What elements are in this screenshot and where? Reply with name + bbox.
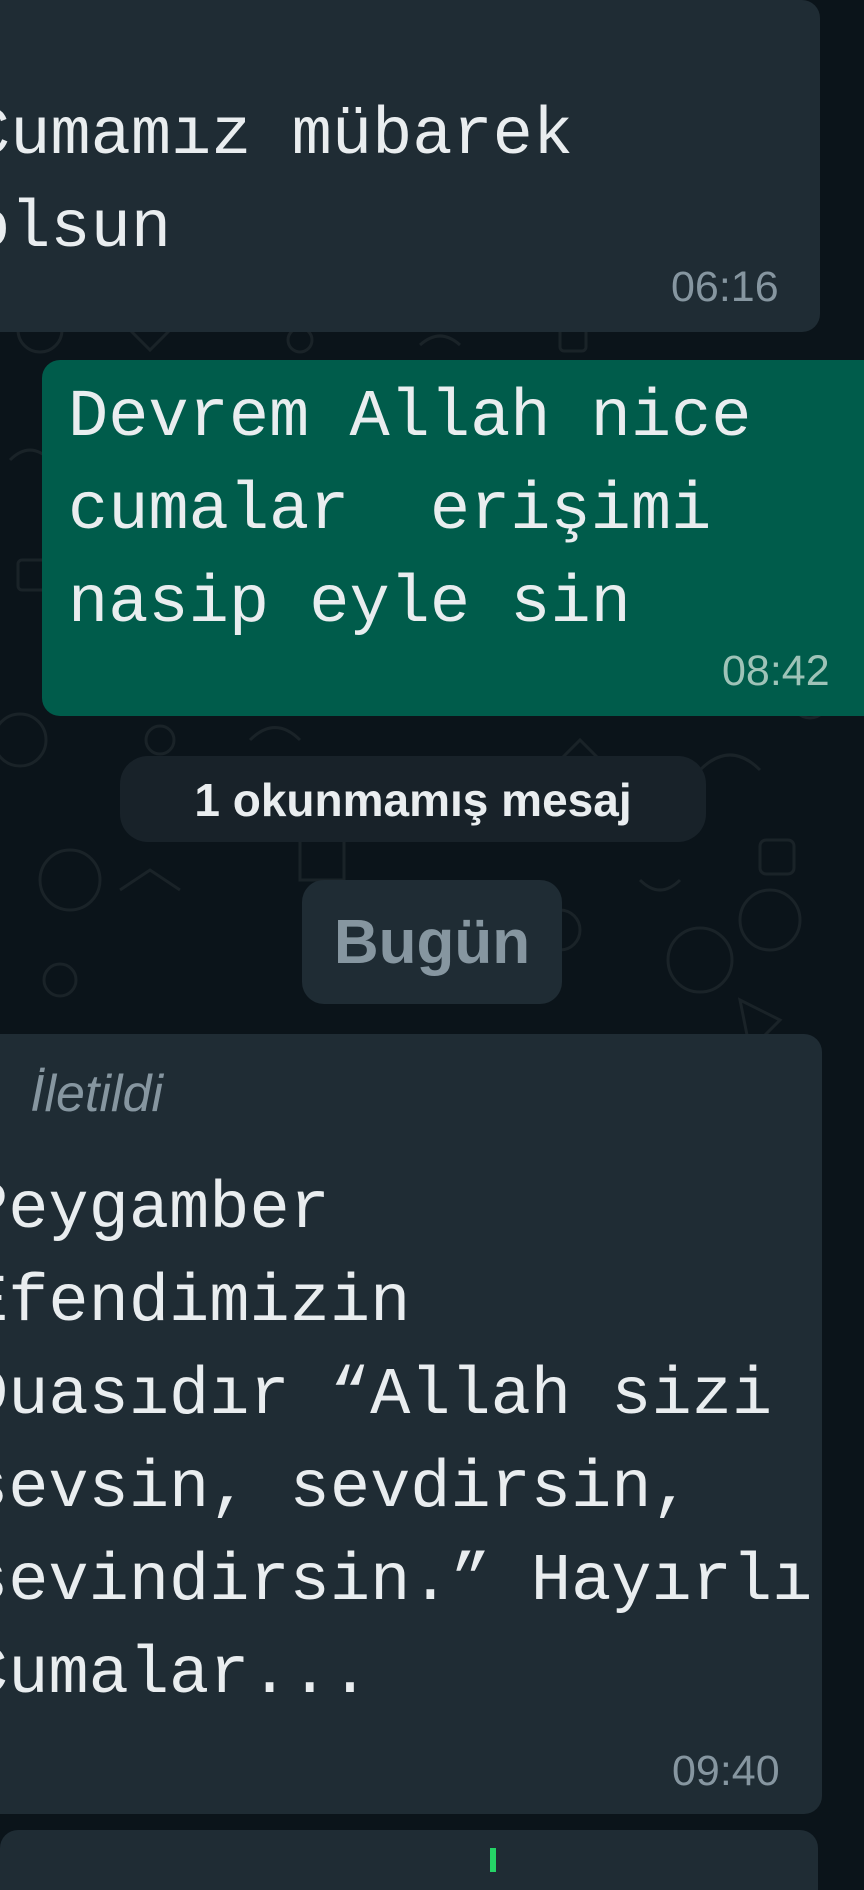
date-divider-label: Bugün [333,908,531,977]
date-divider: Bugün [302,880,562,1004]
message-timestamp: 08:42 [722,647,830,695]
message-timestamp: 09:40 [672,1747,780,1795]
message-bubble-outgoing[interactable]: Devrem Allah nice cumalar erişimi nasip … [42,360,864,716]
message-text: Devrem Allah nice cumalar erişimi nasip … [68,380,752,642]
reply-accent-bar [490,1848,496,1872]
unread-divider-label: 1 okunmamış mesaj [194,774,632,826]
message-text: Cumamız mübarek olsun [0,98,574,267]
message-bubble-incoming-forwarded[interactable]: İletildi Peygamber Efendimizin Duasıdır … [0,1034,822,1814]
message-timestamp: 06:16 [671,263,779,311]
unread-messages-divider: 1 okunmamış mesaj [120,756,706,842]
message-text: Peygamber Efendimizin Duasıdır “Allah si… [0,1172,813,1713]
forwarded-label: İletildi [30,1065,163,1123]
message-bubble-incoming[interactable]: Cumamız mübarek olsun 06:16 [0,0,820,332]
message-bubble-partial[interactable] [0,1830,818,1890]
